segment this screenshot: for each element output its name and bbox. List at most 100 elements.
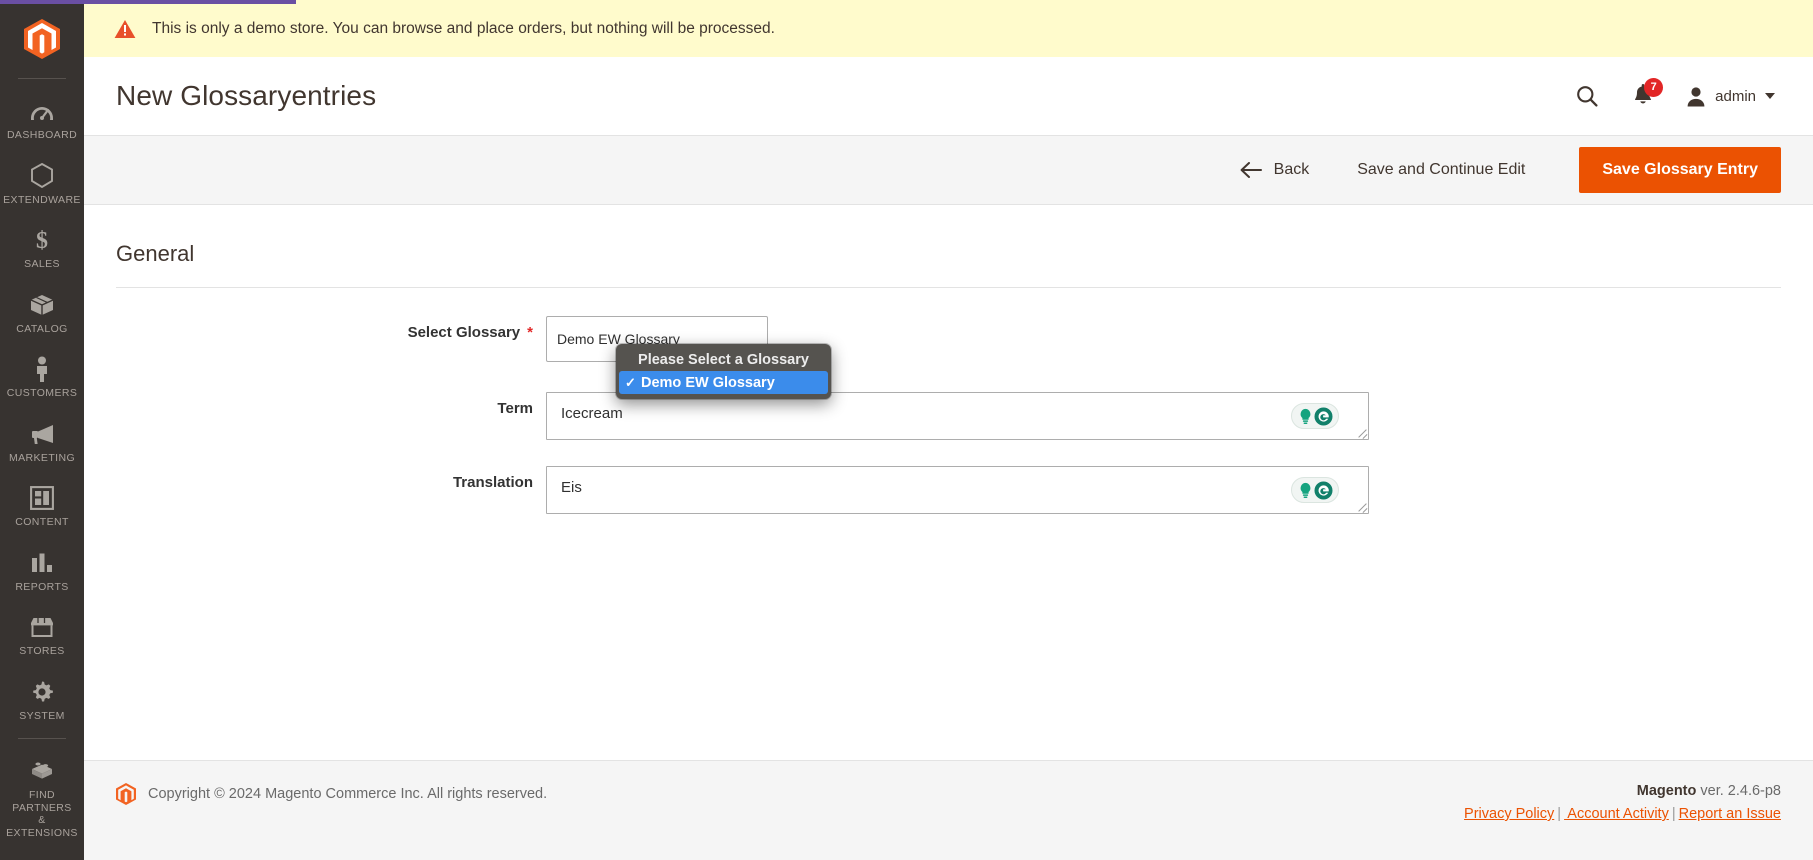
label-term: Term (116, 392, 546, 417)
demo-store-notice-text: This is only a demo store. You can brows… (152, 19, 775, 37)
label-translation: Translation (116, 466, 546, 491)
sidebar-item-label: CONTENT (15, 516, 69, 528)
chevron-down-icon (1765, 93, 1775, 99)
layout-icon (29, 485, 55, 511)
gear-icon (29, 679, 55, 705)
sidebar-item-find-partners[interactable]: FIND PARTNERS & EXTENSIONS (0, 747, 84, 849)
main-column: This is only a demo store. You can brows… (84, 0, 1813, 860)
sidebar-item-extendware[interactable]: EXTENDWARE (0, 152, 84, 217)
translation-input[interactable] (546, 466, 1369, 514)
field-row-term: Term (116, 392, 1781, 440)
sidebar-item-marketing[interactable]: MARKETING (0, 410, 84, 475)
magento-logo-icon (116, 783, 136, 805)
check-icon: ✓ (625, 374, 636, 390)
link-separator: | (1671, 806, 1676, 822)
header-actions: 7 admin (1560, 73, 1781, 119)
form-content: General Select Glossary * Demo EW Glossa… (84, 205, 1813, 760)
top-accent-strip (0, 0, 296, 4)
sidebar-item-reports[interactable]: REPORTS (0, 539, 84, 604)
product-name: Magento (1636, 783, 1697, 799)
sidebar-item-label: EXTENDWARE (3, 193, 81, 206)
arrow-left-icon (1240, 162, 1262, 178)
sidebar-item-label: SYSTEM (19, 709, 65, 722)
label-text: Term (497, 400, 533, 417)
grammarly-icon[interactable] (1291, 403, 1339, 429)
grammarly-logo-icon (1314, 407, 1332, 425)
page-title: New Glossaryentries (116, 80, 377, 111)
user-avatar-icon (1687, 86, 1705, 106)
report-an-issue-link[interactable]: Report an Issue (1679, 806, 1781, 822)
search-button[interactable] (1560, 73, 1614, 119)
field-row-select-glossary: Select Glossary * Demo EW Glossary (116, 316, 1781, 362)
sidebar-item-content[interactable]: CONTENT (0, 474, 84, 539)
save-glossary-entry-button[interactable]: Save Glossary Entry (1579, 147, 1781, 193)
svg-text:$: $ (36, 228, 48, 253)
sidebar-item-system[interactable]: SYSTEM (0, 668, 84, 733)
sidebar-divider-bottom (18, 738, 66, 739)
sidebar-item-customers[interactable]: CUSTOMERS (0, 345, 84, 410)
dropdown-option-selected[interactable]: ✓ Demo EW Glossary (619, 371, 828, 394)
footer-right: Magento ver. 2.4.6-p8 Privacy Policy | Ac… (1464, 783, 1781, 822)
footer-links: Privacy Policy | Account Activity | Report … (1464, 806, 1781, 822)
sidebar-logo[interactable] (0, 0, 84, 78)
term-input[interactable] (546, 392, 1369, 440)
bar-chart-icon (29, 550, 55, 576)
translation-field-wrapper (546, 466, 1369, 514)
label-select-glossary: Select Glossary * (116, 316, 546, 341)
lightbulb-icon (1300, 482, 1310, 498)
grammarly-logo-icon (1314, 481, 1332, 499)
sidebar-item-label: SALES (24, 258, 60, 270)
admin-username: admin (1715, 87, 1756, 105)
link-separator: | (1557, 806, 1562, 822)
demo-store-notice: This is only a demo store. You can brows… (84, 0, 1813, 57)
sidebar-item-label: DASHBOARD (6, 129, 78, 141)
sidebar-item-catalog[interactable]: CATALOG (0, 281, 84, 346)
required-asterisk: * (527, 324, 533, 341)
sidebar-item-label: CATALOG (16, 322, 68, 335)
privacy-policy-link[interactable]: Privacy Policy (1464, 806, 1554, 822)
section-title-general: General (116, 241, 195, 266)
sidebar: DASHBOARD EXTENDWARE $ SALES CATALOG CUS… (0, 0, 84, 860)
sidebar-item-stores[interactable]: STORES (0, 603, 84, 668)
glossary-select-dropdown-menu[interactable]: Please Select a Glossary ✓ Demo EW Gloss… (616, 344, 831, 399)
grammarly-icon[interactable] (1291, 477, 1339, 503)
sidebar-divider-top (18, 78, 66, 79)
magento-logo-icon (24, 19, 60, 59)
sidebar-item-label: REPORTS (15, 580, 69, 593)
version-line: Magento ver. 2.4.6-p8 (1464, 783, 1781, 799)
footer-left: Copyright © 2024 Magento Commerce Inc. A… (116, 783, 547, 805)
warning-triangle-icon (114, 19, 136, 38)
page-footer: Copyright © 2024 Magento Commerce Inc. A… (84, 760, 1813, 860)
admin-page: DASHBOARD EXTENDWARE $ SALES CATALOG CUS… (0, 0, 1813, 860)
page-header: New Glossaryentries 7 admin (84, 57, 1813, 135)
dropdown-option-placeholder[interactable]: Please Select a Glossary (619, 348, 828, 371)
sidebar-item-label-line2: & EXTENSIONS (6, 814, 78, 839)
notifications-button[interactable]: 7 (1614, 73, 1672, 119)
lightbulb-icon (1300, 408, 1310, 424)
storefront-icon (29, 614, 55, 640)
dashboard-gauge-icon (29, 98, 55, 124)
version-text: ver. 2.4.6-p8 (1700, 783, 1781, 799)
copyright-text: Copyright © 2024 Magento Commerce Inc. A… (148, 786, 548, 802)
sidebar-item-dashboard[interactable]: DASHBOARD (0, 87, 84, 152)
admin-account-menu[interactable]: admin (1672, 73, 1781, 119)
back-button[interactable]: Back (1218, 148, 1332, 192)
sidebar-item-sales[interactable]: $ SALES (0, 216, 84, 281)
box-icon (29, 292, 55, 318)
hexagon-icon (29, 163, 55, 189)
dollar-sign-icon: $ (29, 227, 55, 253)
save-and-continue-button[interactable]: Save and Continue Edit (1331, 148, 1551, 192)
account-activity-link[interactable]: Account Activity (1564, 806, 1669, 822)
megaphone-icon (29, 421, 55, 447)
term-field-wrapper (546, 392, 1369, 440)
search-icon (1577, 86, 1598, 107)
label-text: Select Glossary (407, 324, 521, 341)
dropdown-option-label: Demo EW Glossary (641, 374, 775, 391)
page-actions-toolbar: Back Save and Continue Edit Save Glossar… (84, 135, 1813, 205)
label-text: Translation (452, 474, 533, 491)
person-icon (29, 356, 55, 382)
sidebar-item-label: CUSTOMERS (6, 387, 78, 399)
field-row-translation: Translation (116, 466, 1781, 514)
sidebar-item-label: FIND PARTNERS (12, 789, 72, 814)
notifications-count-badge: 7 (1644, 78, 1664, 97)
